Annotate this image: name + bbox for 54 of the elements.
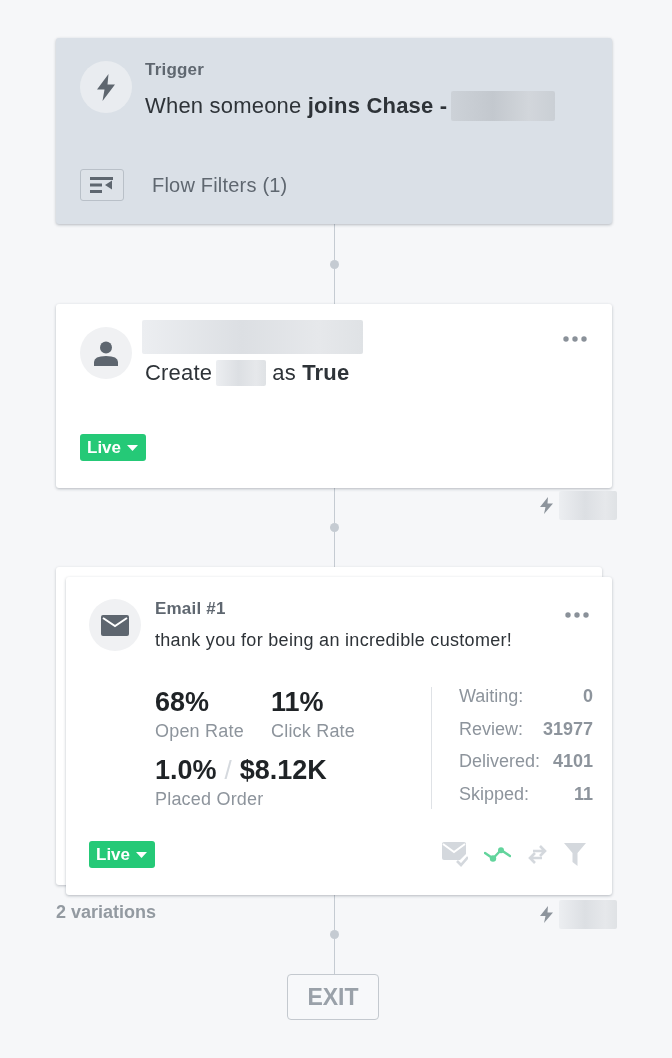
caret-icon [127, 444, 139, 451]
blurred-block [559, 900, 617, 929]
count-value: 0 [582, 685, 594, 708]
variations-label: 2 variations [56, 902, 157, 922]
connector-dot [329, 259, 339, 269]
rate-value: 68% [155, 687, 210, 717]
lightning-icon [540, 497, 553, 514]
blurred-block [216, 360, 267, 386]
person-icon [80, 327, 132, 379]
trigger-title: When someone joins Chase - [145, 92, 448, 120]
filter-button[interactable] [80, 169, 124, 201]
lightning-icon [80, 61, 132, 113]
caret-icon [136, 851, 148, 858]
rate-label: Click Rate [271, 720, 356, 742]
more-icon[interactable] [563, 336, 587, 342]
connector-line [333, 895, 335, 930]
order-rate-value: 1.0% [155, 755, 217, 785]
lightning-icon [540, 906, 553, 923]
action-text: Create [145, 359, 213, 387]
filter-icon[interactable] [564, 843, 586, 866]
connector-line [333, 939, 335, 974]
rate-label: Open Rate [155, 720, 244, 742]
rate-value: 11% [271, 687, 324, 717]
count-label: Delivered: [459, 750, 541, 773]
revenue-value: $8.12K [239, 755, 327, 785]
trigger-label: Trigger [145, 61, 205, 79]
count-label: Review: [459, 717, 525, 741]
connector-dot [329, 523, 339, 532]
connector-line [333, 268, 335, 304]
action-text: as True [272, 359, 350, 387]
connector-line [333, 532, 335, 567]
trend-line-icon[interactable] [484, 847, 511, 862]
count-value: 11 [573, 782, 594, 806]
filter-list-icon [90, 177, 114, 193]
more-icon[interactable] [565, 612, 589, 618]
email-title: Email #1 [155, 600, 226, 618]
separator-text: / [224, 755, 232, 785]
count-label: Waiting: [459, 685, 525, 708]
count-value: 4101 [552, 750, 594, 773]
swap-arrows-icon[interactable] [527, 844, 548, 865]
count-value: 31977 [543, 717, 594, 741]
connector-line [333, 224, 335, 260]
status-dropdown[interactable]: Live [89, 841, 156, 868]
mail-check-icon[interactable] [442, 842, 468, 867]
mail-icon [89, 599, 141, 651]
exit-node: EXIT [287, 974, 379, 1020]
connector-line [333, 488, 335, 523]
rate-label: Placed Order [155, 788, 264, 810]
connector-dot [329, 930, 339, 939]
email-subject: thank you for being an incredible customer! [155, 629, 513, 652]
blurred-block [559, 491, 617, 520]
count-label: Skipped: [459, 782, 531, 806]
flow-filters-label[interactable]: Flow Filters (1) [152, 173, 288, 197]
status-dropdown[interactable]: Live [80, 434, 147, 461]
